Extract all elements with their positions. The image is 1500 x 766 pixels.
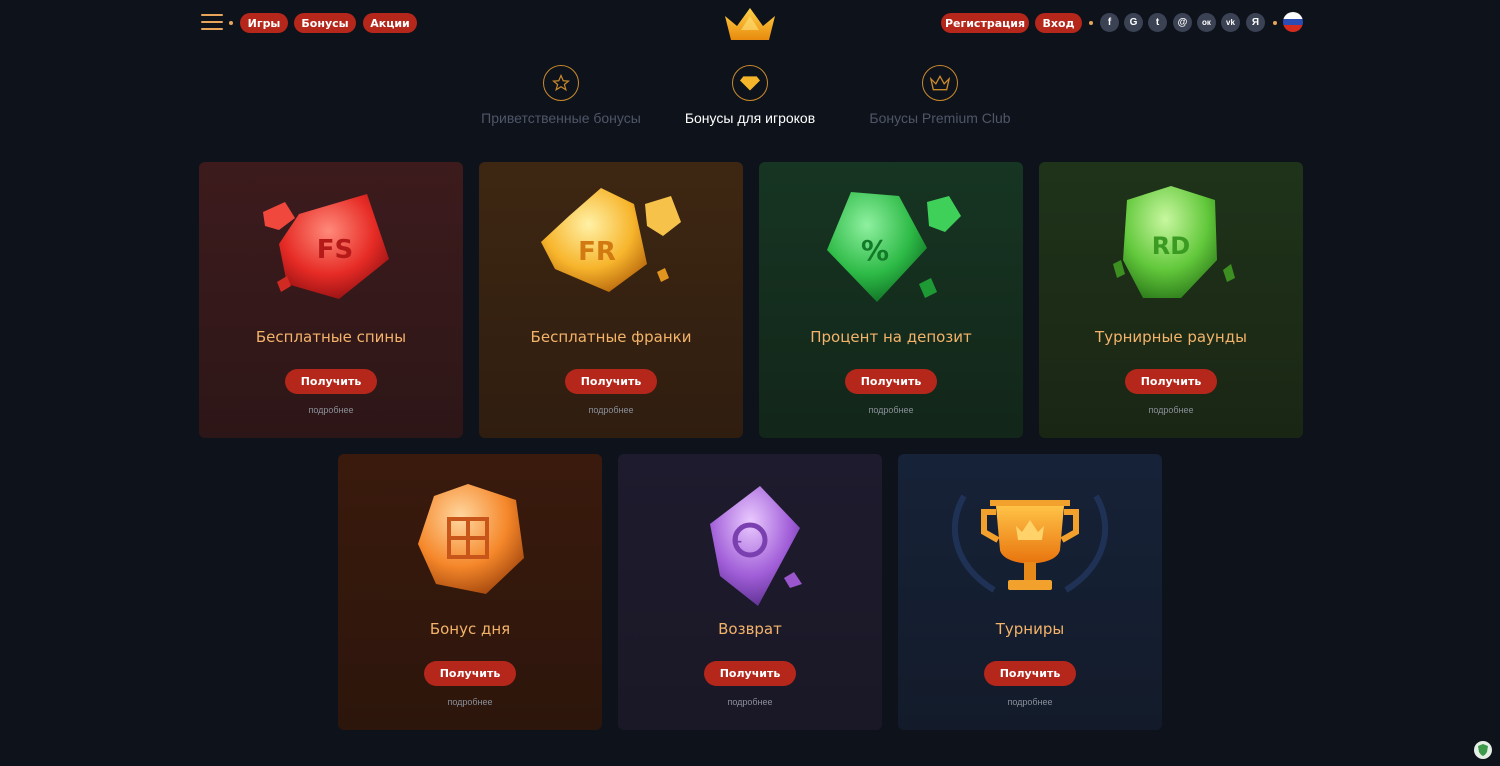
get-bonus-button[interactable]: Получить (1125, 369, 1217, 394)
vk-icon[interactable]: vk (1221, 13, 1240, 32)
twitter-icon[interactable]: t (1148, 13, 1167, 32)
star-icon (543, 65, 579, 101)
details-link[interactable]: подробнее (898, 697, 1162, 707)
svg-text:+: + (731, 534, 743, 550)
nav-games-button[interactable]: Игры (240, 13, 288, 33)
register-button[interactable]: Регистрация (941, 13, 1029, 33)
green-gem-icon: % (827, 192, 961, 302)
details-link[interactable]: подробнее (199, 405, 463, 415)
diamond-icon (732, 65, 768, 101)
get-bonus-button[interactable]: Получить (424, 661, 516, 686)
bonus-card-cashback: + Возврат Получить подробнее (618, 454, 882, 730)
get-bonus-button[interactable]: Получить (285, 369, 377, 394)
get-bonus-button[interactable]: Получить (565, 369, 657, 394)
card-title: Бесплатные спины (255, 328, 407, 346)
details-link[interactable]: подробнее (618, 697, 882, 707)
mail-icon[interactable]: @ (1173, 13, 1192, 32)
lime-gem-icon: RD (1113, 186, 1235, 298)
tab-label: Бонусы Premium Club (869, 110, 1011, 126)
trophy-icon (951, 494, 1109, 593)
get-bonus-button[interactable]: Получить (984, 661, 1076, 686)
login-button[interactable]: Вход (1035, 13, 1082, 33)
russia-flag-icon[interactable] (1283, 12, 1303, 32)
menu-icon[interactable] (201, 14, 223, 32)
tab-player-bonuses[interactable]: Бонусы для игроков (670, 65, 830, 126)
gem-label: % (861, 234, 889, 267)
separator-dot (229, 21, 233, 25)
google-icon[interactable]: G (1124, 13, 1143, 32)
bonus-card-free-spins: FS Бесплатные спины Получить подробнее (199, 162, 463, 438)
crown-logo-icon[interactable] (723, 6, 777, 42)
tab-label: Бонусы для игроков (684, 110, 816, 126)
nav-promotions-button[interactable]: Акции (363, 13, 417, 33)
yandex-icon[interactable]: Я (1246, 13, 1265, 32)
orange-gem-icon (418, 484, 524, 594)
card-title: Процент на депозит (810, 328, 972, 346)
yellow-gem-icon: FR (541, 188, 681, 292)
bonus-card-daily-bonus: Бонус дня Получить подробнее (338, 454, 602, 730)
card-title: Бонус дня (429, 620, 511, 638)
details-link[interactable]: подробнее (1039, 405, 1303, 415)
card-title: Турнирные раунды (1095, 328, 1247, 346)
separator-dot (1089, 21, 1093, 25)
tab-label: Приветственные бонусы (481, 110, 641, 126)
odnoklassniki-icon[interactable]: ок (1197, 13, 1216, 32)
get-bonus-button[interactable]: Получить (704, 661, 796, 686)
bonus-card-tournament-rounds: RD Турнирные раунды Получить подробнее (1039, 162, 1303, 438)
separator-dot (1273, 21, 1277, 25)
purple-gem-icon: + (710, 486, 802, 606)
security-shield-icon[interactable] (1474, 741, 1492, 759)
card-title: Бесплатные франки (530, 328, 692, 346)
red-gem-icon: FS (263, 194, 389, 299)
gem-label: FR (578, 237, 616, 267)
details-link[interactable]: подробнее (479, 405, 743, 415)
card-title: Возврат (718, 620, 782, 638)
bonus-card-tournaments: Турниры Получить подробнее (898, 454, 1162, 730)
details-link[interactable]: подробнее (759, 405, 1023, 415)
bonus-card-deposit-percent: % Процент на депозит Получить подробнее (759, 162, 1023, 438)
tab-welcome-bonuses[interactable]: Приветственные бонусы (461, 65, 661, 126)
gem-label: FS (317, 235, 354, 265)
details-link[interactable]: подробнее (338, 697, 602, 707)
bonus-card-free-francs: FR Бесплатные франки Получить подробнее (479, 162, 743, 438)
nav-bonuses-button[interactable]: Бонусы (294, 13, 356, 33)
top-bar: Игры Бонусы Акции Регистрация Вход f G t… (0, 0, 1500, 46)
crown-icon (922, 65, 958, 101)
card-title: Турниры (995, 620, 1065, 638)
facebook-icon[interactable]: f (1100, 13, 1119, 32)
gem-label: RD (1152, 232, 1190, 260)
tab-premium-club[interactable]: Бонусы Premium Club (855, 65, 1025, 126)
get-bonus-button[interactable]: Получить (845, 369, 937, 394)
